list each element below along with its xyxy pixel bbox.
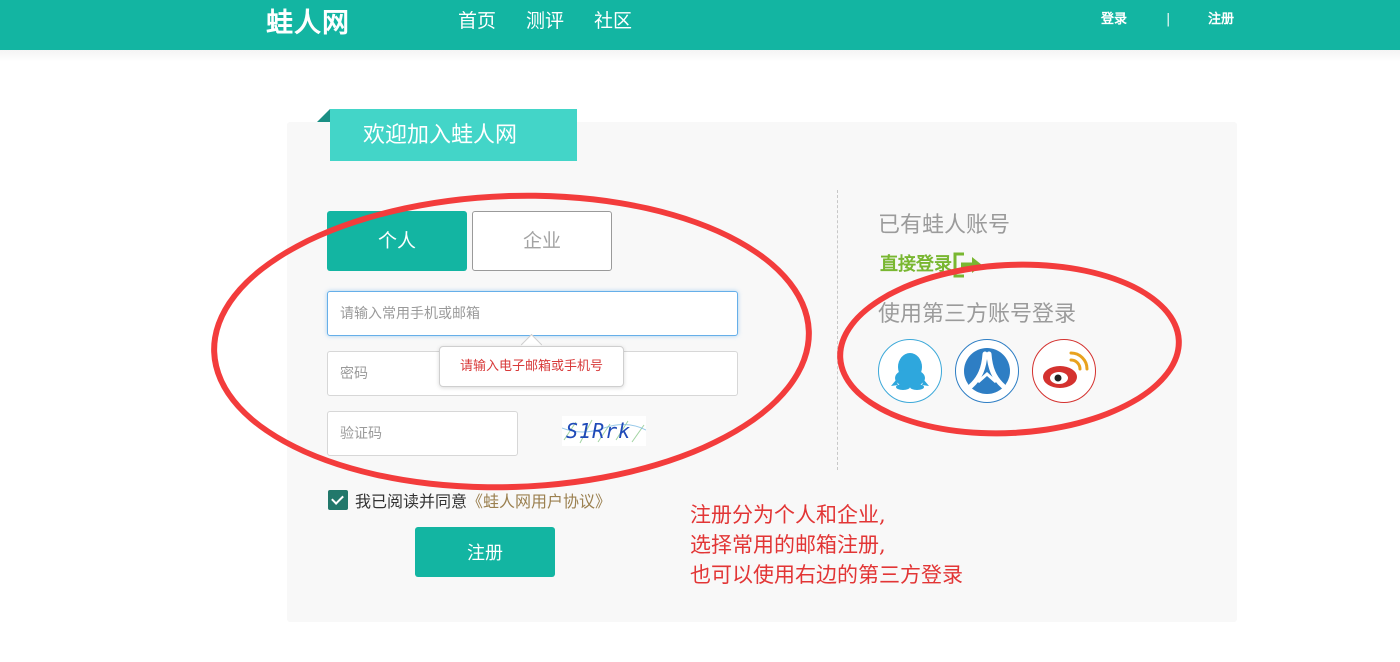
captcha-text: S1Rrk: [566, 419, 632, 443]
top-navbar: 蛙人网 首页 测评 社区 登录 | 注册: [0, 0, 1400, 50]
annotation-note: 注册分为个人和企业, 选择常用的邮箱注册, 也可以使用右边的第三方登录: [690, 500, 963, 590]
renren-login-button[interactable]: [955, 339, 1019, 403]
panel-title: 欢迎加入蛙人网: [330, 109, 577, 161]
agree-checkbox[interactable]: [328, 490, 348, 510]
weibo-icon: [1043, 351, 1089, 388]
captcha-input[interactable]: [327, 411, 518, 456]
login-arrow-icon: [953, 252, 982, 278]
vertical-divider: [837, 190, 838, 470]
site-logo[interactable]: 蛙人网: [266, 4, 350, 44]
tab-company[interactable]: 企业: [472, 211, 612, 271]
direct-login-label: 直接登录: [880, 254, 952, 275]
annotation-line-3: 也可以使用右边的第三方登录: [690, 563, 963, 587]
weibo-login-button[interactable]: [1032, 339, 1096, 403]
main-nav: 首页 测评 社区: [458, 9, 632, 33]
agreement-row: 我已阅读并同意 《蛙人网用户协议》: [328, 488, 611, 512]
annotation-line-2: 选择常用的邮箱注册,: [690, 533, 886, 557]
annotation-line-1: 注册分为个人和企业,: [690, 503, 886, 527]
header-register-link[interactable]: 注册: [1208, 12, 1234, 28]
header-shadow: [0, 50, 1400, 62]
have-account-heading: 已有蛙人账号: [878, 213, 1011, 238]
nav-review[interactable]: 测评: [526, 9, 564, 33]
account-tooltip: 请输入电子邮箱或手机号: [439, 346, 624, 387]
direct-login-link[interactable]: 直接登录: [880, 252, 984, 278]
nav-community[interactable]: 社区: [594, 9, 632, 33]
nav-home[interactable]: 首页: [458, 9, 496, 33]
renren-icon: [964, 348, 1010, 394]
qq-icon: [891, 353, 929, 390]
header-separator: |: [1166, 12, 1171, 27]
account-input[interactable]: [327, 291, 738, 336]
qq-login-button[interactable]: [878, 339, 942, 403]
tab-personal[interactable]: 个人: [327, 211, 467, 271]
ribbon-fold: [317, 109, 330, 122]
third-party-heading: 使用第三方账号登录: [878, 302, 1077, 327]
agree-text: 我已阅读并同意: [355, 492, 468, 511]
header-login-link[interactable]: 登录: [1101, 12, 1127, 28]
captcha-image[interactable]: S1Rrk: [561, 416, 647, 446]
agreement-link[interactable]: 《蛙人网用户协议》: [467, 488, 611, 512]
register-button[interactable]: 注册: [415, 527, 555, 577]
